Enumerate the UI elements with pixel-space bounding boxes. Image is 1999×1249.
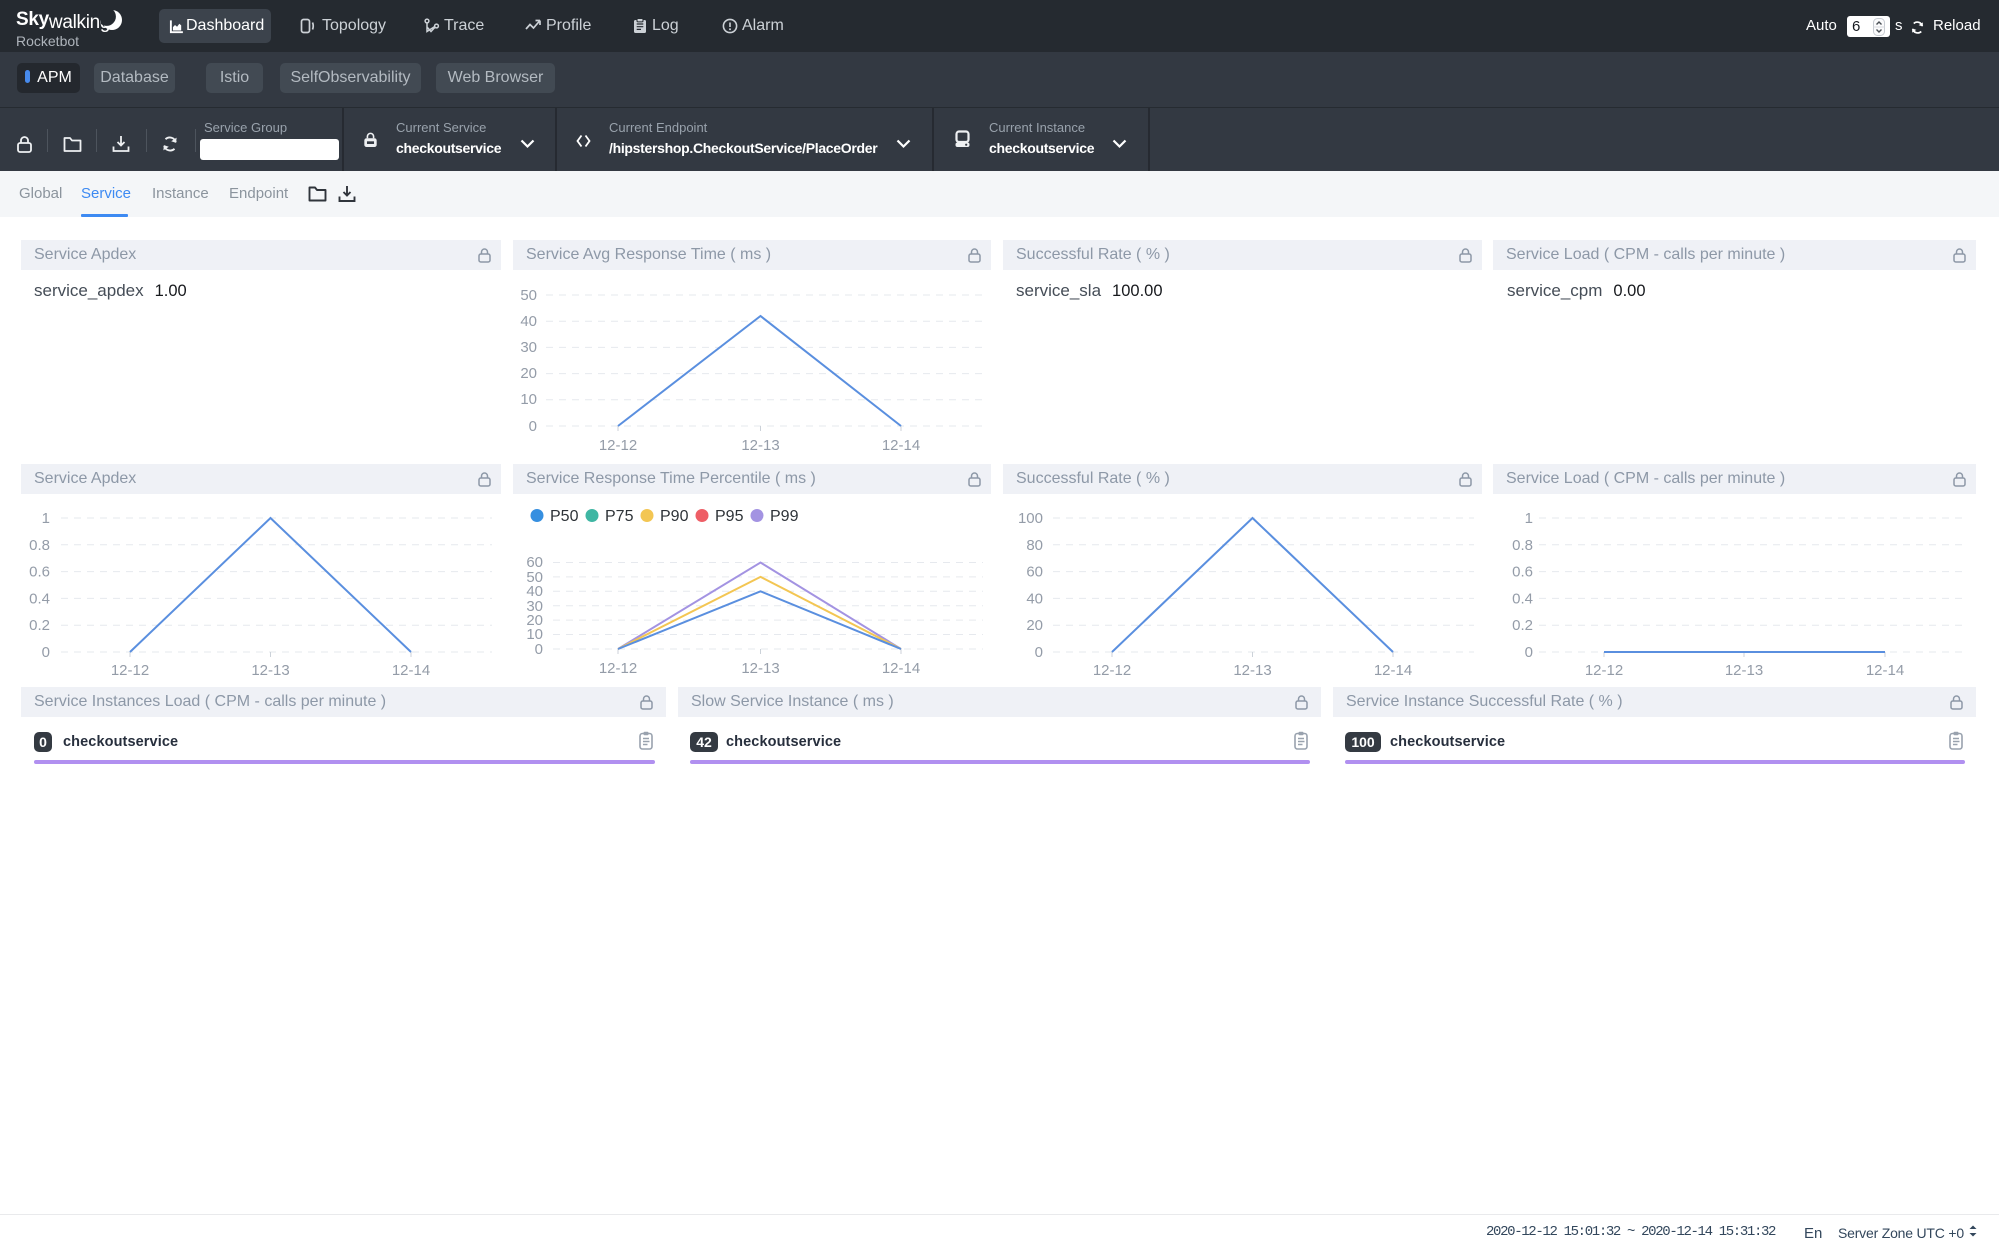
svg-text:0: 0 [1035, 644, 1043, 661]
svg-text:20: 20 [1026, 617, 1043, 634]
svg-text:12-14: 12-14 [1866, 662, 1904, 678]
svg-text:0: 0 [1525, 644, 1533, 661]
svg-text:30: 30 [520, 339, 537, 356]
svg-text:12-12: 12-12 [599, 660, 637, 677]
svg-text:0: 0 [535, 641, 543, 658]
svg-text:40: 40 [1026, 590, 1043, 607]
svg-text:12-14: 12-14 [1374, 662, 1412, 678]
svg-text:10: 10 [520, 391, 537, 408]
svg-text:0.2: 0.2 [29, 617, 50, 634]
svg-text:0: 0 [42, 644, 50, 661]
svg-text:0.8: 0.8 [1512, 537, 1533, 554]
svg-text:P75: P75 [605, 508, 634, 525]
svg-text:0.4: 0.4 [1512, 590, 1533, 607]
svg-text:80: 80 [1026, 537, 1043, 554]
svg-text:0.4: 0.4 [29, 590, 50, 607]
svg-text:12-12: 12-12 [1093, 662, 1131, 678]
svg-text:12-14: 12-14 [882, 437, 920, 454]
svg-text:12-13: 12-13 [251, 662, 289, 678]
svg-text:1: 1 [42, 510, 50, 527]
svg-text:P95: P95 [715, 508, 744, 525]
svg-text:0.8: 0.8 [29, 537, 50, 554]
svg-text:12-14: 12-14 [882, 660, 920, 677]
svg-text:20: 20 [520, 365, 537, 382]
svg-text:0.2: 0.2 [1512, 617, 1533, 634]
svg-text:P99: P99 [770, 508, 799, 525]
svg-text:50: 50 [520, 287, 537, 304]
svg-text:12-12: 12-12 [1585, 662, 1623, 678]
svg-text:0: 0 [529, 418, 537, 435]
svg-text:12-14: 12-14 [392, 662, 430, 678]
svg-text:100: 100 [1018, 510, 1043, 527]
svg-text:12-13: 12-13 [741, 437, 779, 454]
svg-text:0.6: 0.6 [29, 564, 50, 581]
svg-text:12-12: 12-12 [111, 662, 149, 678]
svg-text:0.6: 0.6 [1512, 564, 1533, 581]
svg-text:60: 60 [1026, 564, 1043, 581]
svg-text:40: 40 [520, 313, 537, 330]
svg-text:P50: P50 [550, 508, 579, 525]
svg-text:12-13: 12-13 [741, 660, 779, 677]
svg-text:12-13: 12-13 [1725, 662, 1763, 678]
svg-text:12-12: 12-12 [599, 437, 637, 454]
svg-text:1: 1 [1525, 510, 1533, 527]
svg-text:P90: P90 [660, 508, 689, 525]
svg-text:12-13: 12-13 [1233, 662, 1271, 678]
